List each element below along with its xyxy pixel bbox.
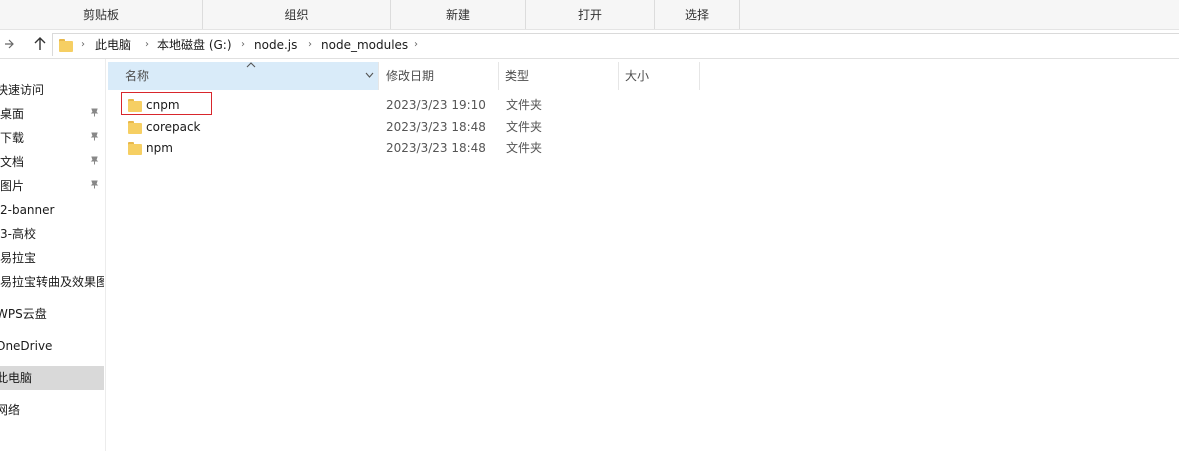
file-modified: 2023/3/23 19:10 [386,98,486,112]
breadcrumb-separator[interactable]: › [308,34,312,56]
breadcrumb-separator[interactable]: › [414,34,418,56]
file-name: npm [146,141,173,155]
nav-item-quick-access[interactable]: 快速访问 [0,78,104,102]
nav-item-pictures[interactable]: 图片 [0,174,104,198]
navigation-pane: 快速访问 桌面 下载 文档 图片 2-banner 3-高校 易拉宝 易拉宝转曲… [0,59,106,451]
nav-item-2-banner[interactable]: 2-banner [0,198,104,222]
column-header-label: 大小 [625,69,650,83]
file-type: 文件夹 [506,141,543,155]
nav-item-label: 快速访问 [0,83,45,97]
nav-item-label: 文档 [0,155,25,169]
file-type: 文件夹 [506,98,543,112]
breadcrumb-local-disk[interactable]: 本地磁盘 (G:) [157,34,232,56]
address-bar[interactable]: › 此电脑 › 本地磁盘 (G:) › node.js › node_modul… [52,33,1179,56]
nav-item-label: 桌面 [0,107,25,121]
column-header-row: 名称 修改日期 类型 大小 [108,62,1179,90]
column-header-label: 修改日期 [386,69,435,83]
breadcrumb-separator[interactable]: › [81,34,85,56]
breadcrumb-this-pc[interactable]: 此电脑 [95,34,131,56]
ribbon: 剪贴板 组织 新建 打开 选择 [0,0,1179,30]
ribbon-group-new[interactable]: 新建 [391,0,526,29]
address-row: › 此电脑 › 本地磁盘 (G:) › node.js › node_modul… [0,30,1179,59]
up-button[interactable] [34,30,46,58]
nav-item-3-gaoxiao[interactable]: 3-高校 [0,222,104,246]
nav-item-yilabao-effects[interactable]: 易拉宝转曲及效果图 [0,270,104,294]
ribbon-group-clipboard[interactable]: 剪贴板 [0,0,203,29]
up-arrow-icon [34,36,46,50]
folder-icon [128,141,142,155]
breadcrumb-nodejs[interactable]: node.js [254,34,297,56]
pin-icon [90,126,99,150]
nav-item-label: WPS云盘 [0,307,47,321]
nav-item-label: 易拉宝转曲及效果图 [0,275,104,289]
file-row-cnpm[interactable]: cnpm 2023/3/23 19:10 文件夹 [108,95,808,116]
column-header-type[interactable]: 类型 [499,62,619,90]
file-row-corepack[interactable]: corepack 2023/3/23 18:48 文件夹 [108,117,808,138]
file-row-npm[interactable]: npm 2023/3/23 18:48 文件夹 [108,138,808,159]
column-header-modified[interactable]: 修改日期 [379,62,499,90]
breadcrumb-separator[interactable]: › [145,34,149,56]
forward-button[interactable] [4,30,14,58]
pin-icon [90,150,99,174]
file-modified: 2023/3/23 18:48 [386,120,486,134]
nav-item-network[interactable]: 网络 [0,398,104,422]
nav-item-label: 3-高校 [0,227,36,241]
breadcrumb-node-modules[interactable]: node_modules [321,34,408,56]
breadcrumb-separator[interactable]: › [241,34,245,56]
nav-item-this-pc[interactable]: 此电脑 [0,366,104,390]
nav-item-label: 网络 [0,403,21,417]
nav-item-documents[interactable]: 文档 [0,150,104,174]
forward-arrow-icon [5,39,14,48]
nav-item-label: 下载 [0,131,25,145]
nav-item-label: OneDrive [0,339,53,353]
column-header-label: 类型 [505,69,530,83]
nav-item-label: 图片 [0,179,25,193]
nav-item-desktop[interactable]: 桌面 [0,102,104,126]
file-name: corepack [146,120,201,134]
folder-icon [59,38,73,52]
file-type: 文件夹 [506,120,543,134]
nav-item-label: 2-banner [0,203,55,217]
nav-item-downloads[interactable]: 下载 [0,126,104,150]
nav-item-wps-cloud[interactable]: WPS云盘 [0,302,104,326]
sort-ascending-icon [246,52,256,80]
nav-item-yilabao[interactable]: 易拉宝 [0,246,104,270]
nav-item-label: 易拉宝 [0,251,37,265]
column-header-label: 名称 [125,69,150,83]
nav-item-onedrive[interactable]: OneDrive [0,334,104,358]
ribbon-group-select[interactable]: 选择 [655,0,740,29]
chevron-down-icon[interactable] [365,62,374,90]
ribbon-group-organize[interactable]: 组织 [203,0,391,29]
nav-item-label: 此电脑 [0,371,33,385]
column-header-name[interactable]: 名称 [108,62,379,90]
pin-icon [90,174,99,198]
highlight-annotation-box [121,92,212,115]
file-modified: 2023/3/23 18:48 [386,141,486,155]
pin-icon [90,102,99,126]
ribbon-group-open[interactable]: 打开 [526,0,655,29]
column-header-size[interactable]: 大小 [619,62,700,90]
folder-icon [128,120,142,134]
